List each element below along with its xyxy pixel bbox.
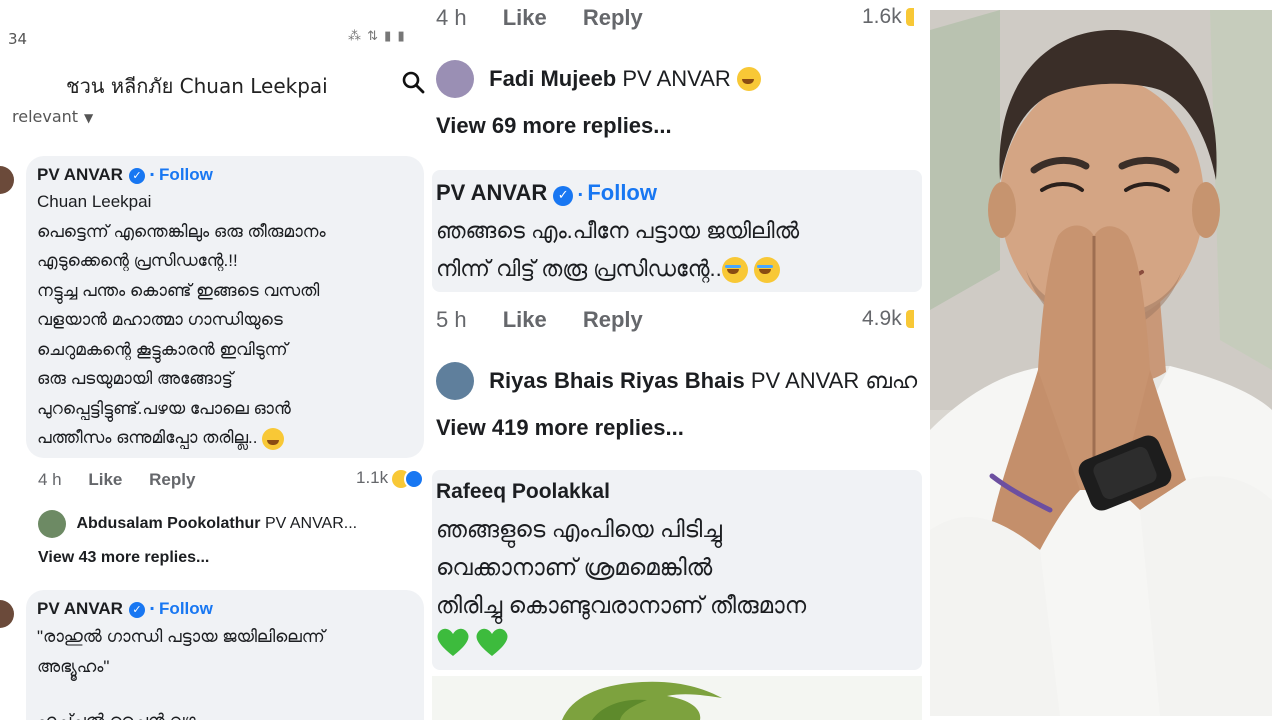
comment-bubble: PV ANVAR ✓ · Follow "രാഹുൽ ഗാന്ധി പട്ടായ ജയ… [26,590,424,720]
laughing-emoji-icon [736,67,761,91]
verified-badge-icon: ✓ [553,185,574,206]
like-reaction-icon [404,468,425,489]
reply-preview[interactable]: Riyas Bhais Riyas Bhais PV ANVAR ബഹ [436,362,917,400]
chevron-down-icon: ▼ [84,111,94,125]
reply-author: Abdusalam Pookolathur [76,515,261,532]
reply-text: PV ANVAR [622,66,731,91]
verified-badge-icon: ✓ [128,167,145,184]
follow-button[interactable]: Follow [587,180,657,205]
photo-panel [930,10,1272,716]
green-hearts [436,626,918,658]
comment-author[interactable]: Rafeeq Poolakkal [436,480,610,504]
comment-bubble: PV ANVAR ✓ · Follow Chuan Leekpai പെട്ടെന്ന… [26,156,424,458]
avatar [436,60,474,98]
avatar [436,362,474,400]
comment-time: 4 h [436,5,467,30]
search-icon[interactable] [401,70,425,94]
avatar[interactable] [0,600,14,628]
comment-author[interactable]: PV ANVAR [37,164,123,186]
middle-screenshot-panel: 4 h Like Reply 1.6k Fadi Mujeeb PV ANVAR… [428,0,930,720]
comment-actions: 5 h Like Reply [436,307,643,333]
comment-body: Chuan Leekpai പെട്ടെന്ന് എന്തെങ്കിലും ഒര… [37,192,326,447]
comment-author[interactable]: PV ANVAR [37,598,123,620]
comment-time: 5 h [436,307,467,332]
separator-dot: · [577,185,584,204]
reply-text: PV ANVAR ബഹ [750,368,918,393]
follow-button[interactable]: Follow [159,165,213,184]
like-button[interactable]: Like [503,307,547,333]
reaction-count[interactable]: 4.9k [862,307,914,331]
reply-button[interactable]: Reply [583,5,643,31]
reaction-count-value: 4.9k [862,307,902,330]
green-heart-icon [437,628,469,656]
avatar [38,510,66,538]
green-heart-icon [476,628,508,656]
comment-body: ഞങ്ങളുടെ എംപിയെ പിടിച്ചു വെക്കാനാണ് ശ്രമ… [436,516,807,618]
avatar[interactable] [0,166,14,194]
comment-body: "രാഹുൽ ഗാന്ധി പട്ടായ ജയിലിലെന്ന് അഭ്യൂഹം… [37,627,325,676]
comment-bubble: Rafeeq Poolakkal ഞങ്ങളുടെ എംപിയെ പിടിച്ച… [432,470,922,670]
comment-bubble: PV ANVAR ✓ · Follow ഞങ്ങടെ എം.പീനേ പട്ടായ ജ… [432,170,922,292]
reply-author: Riyas Bhais Riyas Bhais [489,368,745,393]
follow-button[interactable]: Follow [159,599,213,618]
reply-button[interactable]: Reply [583,307,643,333]
reply-preview[interactable]: Fadi Mujeeb PV ANVAR [436,60,761,98]
reply-text: PV ANVAR... [264,515,358,532]
status-bar-icons: ⁂ ⇅ ▮ ▮ [348,29,406,44]
reaction-icon [905,8,914,27]
left-screenshot-panel: 34 ⁂ ⇅ ▮ ▮ ชวน หลีกภัย Chuan Leekpai rel… [0,0,428,720]
comment-actions: 4 h Like Reply [38,470,195,490]
comment-body-cut: ഹൃച്ച്ചൽ ചൈൻ വഴ [37,706,413,720]
comment-sort-dropdown[interactable]: relevant ▼ [12,107,93,126]
like-button[interactable]: Like [503,5,547,31]
reply-button[interactable]: Reply [149,470,195,490]
like-button[interactable]: Like [88,470,122,490]
reaction-count-value: 1.1k [356,468,389,487]
crying-emoji-icon [721,257,748,284]
reaction-icon [905,310,914,329]
reaction-count[interactable]: 1.6k [862,5,914,29]
comment-actions: 4 h Like Reply [436,5,643,31]
comment-author[interactable]: PV ANVAR [436,180,547,206]
person-namaste-photo [930,10,1272,716]
view-more-replies-link[interactable]: View 69 more replies... [436,113,672,139]
separator-dot: · [148,165,156,184]
reply-author: Fadi Mujeeb [489,66,617,91]
page-title: ชวน หลีกภัย Chuan Leekpai [66,74,328,98]
verified-badge-icon: ✓ [128,601,145,618]
comment-time: 4 h [38,470,62,489]
crying-emoji-icon [753,257,780,284]
reaction-count-value: 1.6k [862,5,902,28]
reply-preview[interactable]: Abdusalam Pookolathur PV ANVAR... [38,510,357,538]
view-more-replies-link[interactable]: View 43 more replies... [38,549,209,567]
comment-text: ഞങ്ങടെ എം.പീനേ പട്ടായ ജയിലിൽ നിന്ന് വിട്… [436,212,918,288]
rolling-eyes-emoji-icon [262,427,285,450]
separator-dot: · [148,599,156,618]
sort-label: relevant [12,107,79,126]
view-more-replies-link[interactable]: View 419 more replies... [436,415,684,441]
status-bar-time: 34 [8,30,28,48]
comment-text: Chuan Leekpai പെട്ടെന്ന് എന്തെങ്കിലും ഒര… [37,187,413,453]
attached-image-preview[interactable] [432,676,922,720]
reaction-count[interactable]: 1.1k [356,468,425,489]
